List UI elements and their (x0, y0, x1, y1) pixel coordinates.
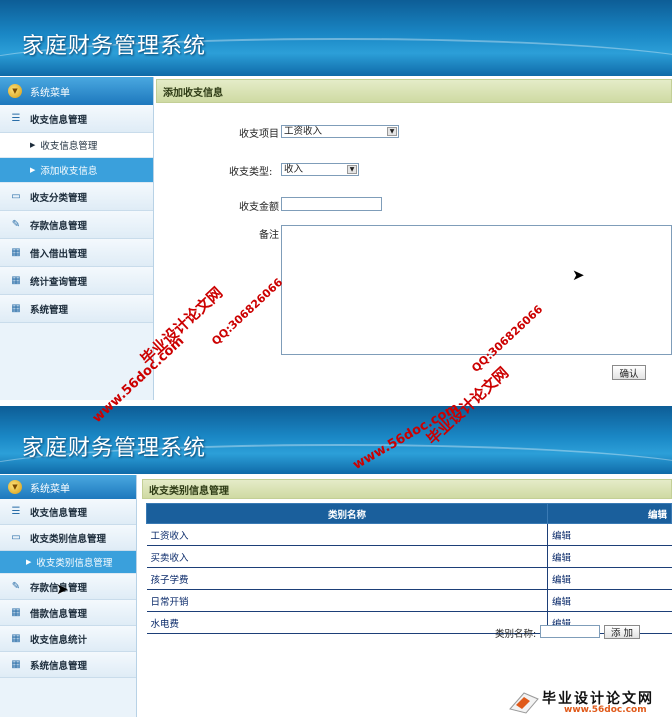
sidebar-item-label: 收支类别信息管理 (36, 558, 113, 569)
calendar-icon: ▦ (11, 247, 21, 258)
menu-header: ▼ 系统菜单 (0, 475, 136, 499)
note-textarea[interactable] (281, 225, 672, 355)
sidebar-item-label: 系统信息管理 (30, 660, 88, 672)
chat-icon: ▭ (11, 191, 21, 202)
site-logo: 毕业设计论文网 www.56doc.com (508, 688, 672, 716)
edit-link[interactable]: 编辑 (547, 567, 672, 590)
sidebar: ▼ 系统菜单 ☰ 收支信息管理 ▶ 收支信息管理 ▶ 添加收支信息 ▭ 收支分类管理 ✎… (0, 77, 154, 400)
table-row: 日常开销 编辑 (146, 589, 672, 612)
table-row: 工资收入 编辑 (146, 523, 672, 546)
triangle-right-icon: ▶ (30, 166, 36, 174)
sidebar-subitem-add-record[interactable]: ▶ 添加收支信息 (0, 158, 153, 183)
calendar-icon: ▦ (11, 303, 21, 314)
item-label: 收支项目 (239, 129, 279, 140)
sidebar-item-loans[interactable]: ▦ 借款信息管理 (0, 600, 136, 626)
edit-link[interactable]: 编辑 (547, 589, 672, 612)
amount-input[interactable] (281, 197, 382, 211)
sidebar-item-label: 收支信息管理 (40, 141, 98, 152)
sidebar-subitem-finance-manage[interactable]: ▶ 收支信息管理 (0, 133, 153, 158)
type-label: 收支类型: (229, 167, 273, 178)
column-header-name: 类别名称 (146, 503, 548, 524)
calendar-icon: ▦ (11, 607, 21, 618)
sidebar-item-label: 收支信息管理 (30, 114, 88, 126)
sidebar-item-loans[interactable]: ▦ 借入借出管理 (0, 239, 153, 267)
sidebar-item-category[interactable]: ▭ 收支类别信息管理 (0, 525, 136, 551)
triangle-right-icon: ▶ (26, 558, 32, 566)
sidebar-item-label: 收支分类管理 (30, 192, 88, 204)
item-select[interactable]: 工资收入 ▼ (281, 125, 399, 138)
sidebar-item-label: 添加收支信息 (40, 166, 98, 177)
sidebar-item-finance[interactable]: ☰ 收支信息管理 (0, 105, 153, 133)
type-select[interactable]: 收入 ▼ (281, 163, 359, 176)
app-title: 家庭财务管理系统 (22, 34, 207, 59)
app-title: 家庭财务管理系统 (22, 436, 207, 461)
sidebar-item-category[interactable]: ▭ 收支分类管理 (0, 183, 153, 211)
logo-paper-icon (509, 692, 539, 714)
sidebar-item-label: 统计查询管理 (30, 276, 88, 288)
sidebar-item-label: 借入借出管理 (30, 248, 88, 260)
amount-label: 收支金额 (239, 202, 279, 213)
chevron-down-icon: ▼ (387, 127, 397, 136)
add-category-input[interactable] (540, 625, 600, 638)
sidebar-item-label: 收支信息管理 (30, 507, 88, 519)
edit-link[interactable]: 编辑 (547, 523, 672, 546)
edit-link[interactable]: 编辑 (547, 545, 672, 568)
sidebar-item-label: 系统管理 (30, 304, 69, 316)
add-category-label: 类别名称: (495, 629, 537, 640)
menu-coin-icon: ▼ (8, 480, 22, 494)
confirm-button[interactable]: 确认 (612, 365, 646, 380)
screenshot-category-manage: 家庭财务管理系统 ▼ 系统菜单 ☰ 收支信息管理 ▭ 收支类别信息管理 ▶ 收支类别信… (0, 406, 672, 717)
logo-url: www.56doc.com (564, 705, 647, 715)
sidebar-item-deposit[interactable]: ✎ 存款信息管理 (0, 211, 153, 239)
chat-icon: ▭ (11, 532, 21, 543)
list-icon: ☰ (11, 113, 21, 124)
menu-title: 系统菜单 (30, 87, 70, 99)
sidebar-item-label: 借款信息管理 (30, 608, 88, 620)
calendar-icon: ▦ (11, 659, 21, 670)
sidebar-item-label: 收支类别信息管理 (30, 533, 107, 545)
sidebar-item-label: 存款信息管理 (30, 220, 88, 232)
table-row: 买卖收入 编辑 (146, 545, 672, 568)
sidebar-subitem-category-manage[interactable]: ▶ 收支类别信息管理 (0, 551, 136, 574)
category-name: 孩子学费 (146, 567, 548, 590)
add-category-button[interactable]: 添 加 (604, 625, 640, 639)
calendar-icon: ▦ (11, 633, 21, 644)
sidebar-item-finance[interactable]: ☰ 收支信息管理 (0, 499, 136, 525)
app-header: 家庭财务管理系统 (0, 0, 672, 76)
sidebar-item-label: 收支信息统计 (30, 634, 88, 646)
mouse-cursor-icon: ➤ (572, 266, 585, 284)
table-header-row: 类别名称 编辑 (146, 503, 672, 524)
category-name: 日常开销 (146, 589, 548, 612)
chevron-down-icon: ▼ (347, 165, 357, 174)
category-name: 工资收入 (146, 523, 548, 546)
triangle-right-icon: ▶ (30, 141, 36, 149)
sidebar-item-stats[interactable]: ▦ 统计查询管理 (0, 267, 153, 295)
mouse-cursor-icon: ➤ (56, 580, 69, 598)
sidebar-item-system[interactable]: ▦ 系统信息管理 (0, 652, 136, 678)
sidebar-item-stats[interactable]: ▦ 收支信息统计 (0, 626, 136, 652)
menu-header: ▼ 系统菜单 (0, 77, 153, 105)
edit-icon: ✎ (11, 219, 21, 230)
table-row: 孩子学费 编辑 (146, 567, 672, 590)
edit-icon: ✎ (11, 581, 21, 592)
sidebar-item-system[interactable]: ▦ 系统管理 (0, 295, 153, 323)
menu-title: 系统菜单 (30, 483, 70, 495)
category-name: 水电费 (146, 611, 548, 634)
calendar-icon: ▦ (11, 275, 21, 286)
item-select-value: 工资收入 (284, 126, 323, 137)
type-select-value: 收入 (284, 164, 304, 175)
category-table: 类别名称 编辑 工资收入 编辑 买卖收入 编辑 孩子学费 编辑 日常开销 编辑 水电费编… (146, 503, 672, 634)
panel-title: 收支类别信息管理 (142, 479, 672, 499)
screenshot-add-record: 家庭财务管理系统 ▼ 系统菜单 ☰ 收支信息管理 ▶ 收支信息管理 ▶ 添加收支信息 … (0, 0, 672, 400)
main-content: 添加收支信息 收支项目 工资收入 ▼ 收支类型: 收入 ▼ 收支金额 备注 确认 (156, 79, 672, 400)
list-icon: ☰ (11, 506, 21, 517)
column-header-edit: 编辑 (547, 503, 672, 524)
main-content: 收支类别信息管理 类别名称 编辑 工资收入 编辑 买卖收入 编辑 孩子学费 编辑 日常… (142, 479, 672, 717)
note-label: 备注 (259, 230, 279, 241)
panel-title: 添加收支信息 (156, 79, 672, 103)
category-name: 买卖收入 (146, 545, 548, 568)
menu-coin-icon: ▼ (8, 84, 22, 98)
